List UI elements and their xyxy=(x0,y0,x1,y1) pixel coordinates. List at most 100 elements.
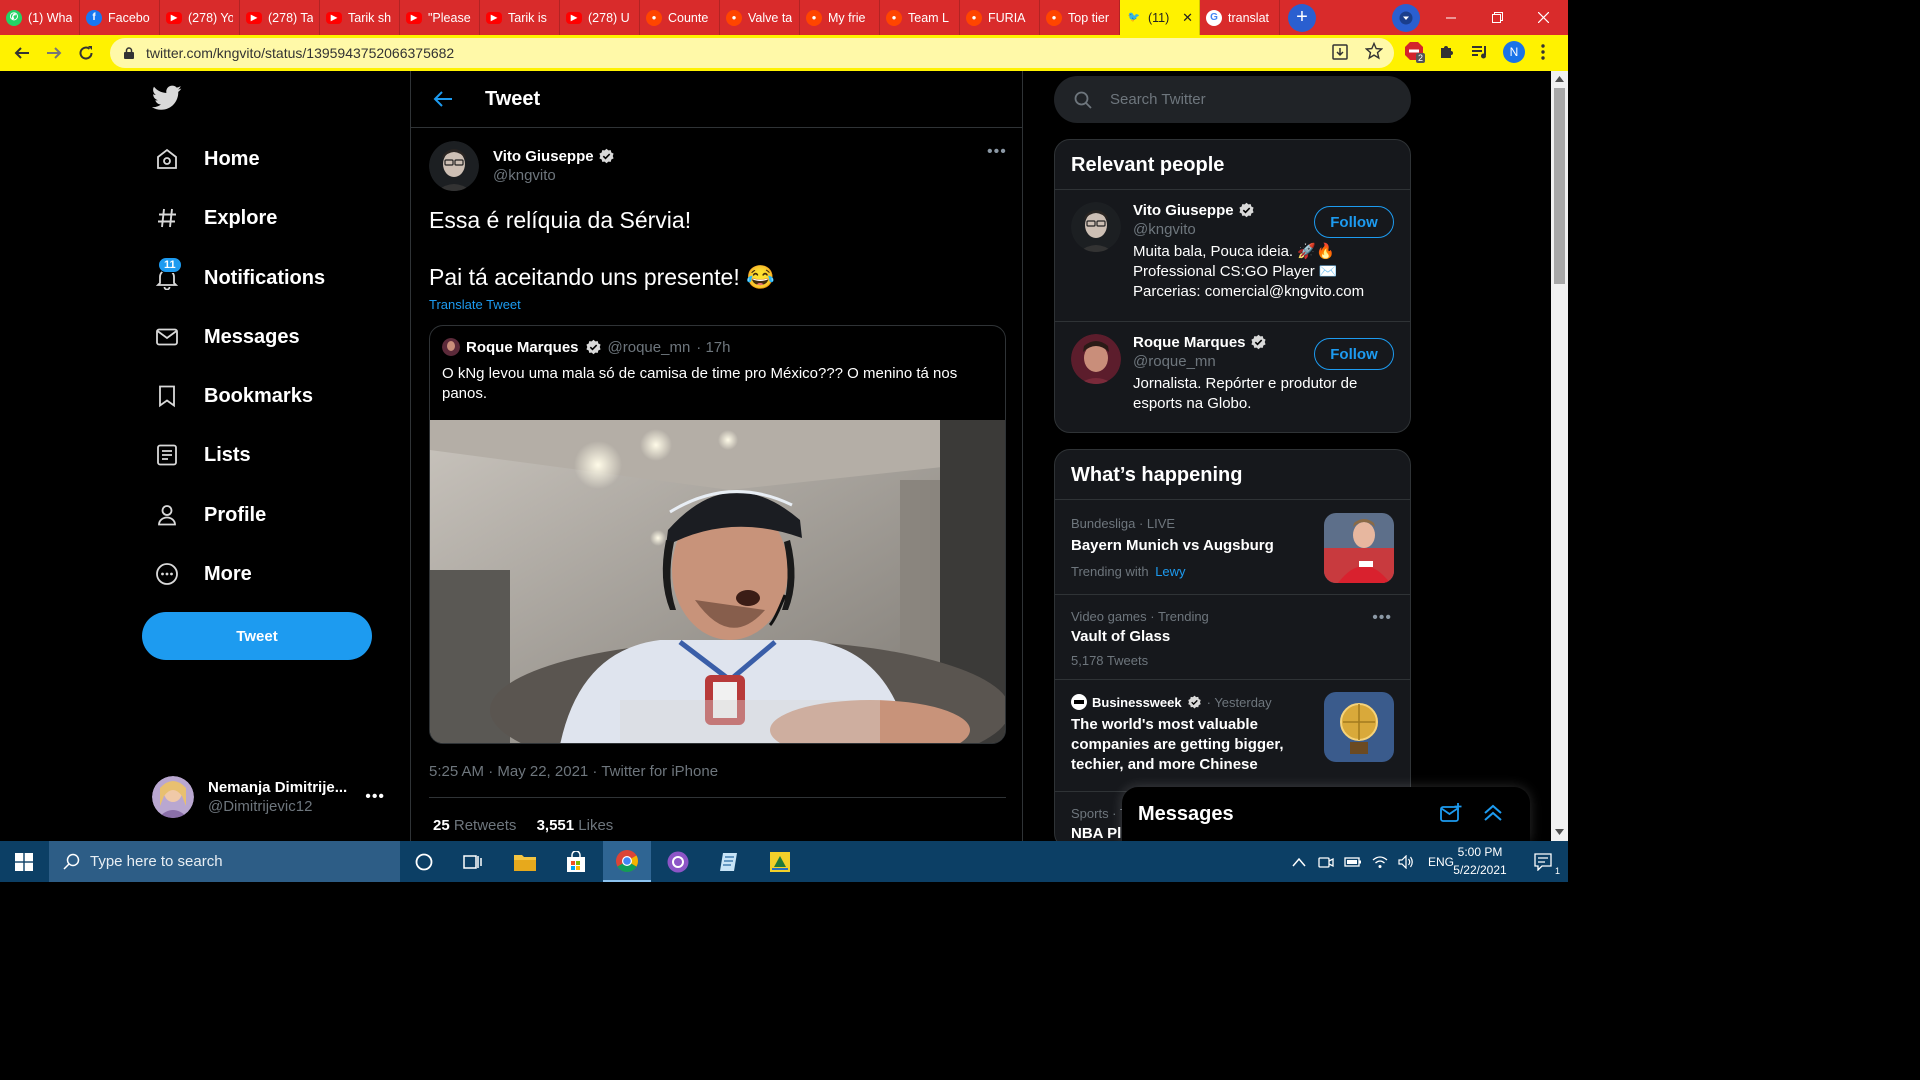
account-switcher[interactable]: Nemanja Dimitrije... @Dimitrijevic12 ••• xyxy=(152,772,392,822)
quoted-tweet[interactable]: Roque Marques @roque_mn · 17h O kNg levo… xyxy=(429,325,1006,744)
person-item[interactable]: Roque Marques @roque_mn Jornalista. Repó… xyxy=(1055,322,1410,432)
media-controls-button[interactable] xyxy=(1471,44,1489,60)
tweet-author[interactable]: Vito Giuseppe @kngvito xyxy=(429,141,615,191)
browser-tab[interactable]: ● Counte xyxy=(640,0,720,35)
meet-now-icon[interactable] xyxy=(1318,855,1334,869)
translate-tweet-link[interactable]: Translate Tweet xyxy=(429,297,521,312)
minimize-button[interactable] xyxy=(1428,0,1474,35)
browser-tab-title: (278) Ta xyxy=(268,10,313,25)
nav-home[interactable]: Home xyxy=(152,137,260,181)
browser-tab[interactable]: ▶ (278) U xyxy=(560,0,640,35)
browser-tab[interactable]: ● My frie xyxy=(800,0,880,35)
browser-tab[interactable]: ▶ Tarik sh xyxy=(320,0,400,35)
forward-button[interactable] xyxy=(38,37,70,69)
follow-button[interactable]: Follow xyxy=(1314,338,1394,370)
browser-tab-title: Valve ta xyxy=(748,10,793,25)
taskbar-notes-app[interactable] xyxy=(705,841,753,882)
back-button[interactable] xyxy=(6,37,38,69)
quoted-tweet-video[interactable] xyxy=(430,420,1005,743)
close-tab-icon[interactable]: ✕ xyxy=(1182,10,1193,26)
browser-tab[interactable]: ▶ (278) Ta xyxy=(240,0,320,35)
header-back-button[interactable] xyxy=(433,90,455,108)
browser-tab[interactable]: f Facebo xyxy=(80,0,160,35)
taskbar-app-yellow[interactable] xyxy=(756,841,804,882)
messages-drawer[interactable]: Messages xyxy=(1122,787,1530,841)
start-button[interactable] xyxy=(0,841,48,882)
install-button[interactable] xyxy=(1331,43,1349,61)
volume-icon[interactable] xyxy=(1398,854,1414,869)
cortana-button[interactable] xyxy=(400,841,448,882)
browser-tab[interactable]: ● Top tier xyxy=(1040,0,1120,35)
globe-trophy-image xyxy=(1324,692,1394,762)
taskbar-search-placeholder: Type here to search xyxy=(90,853,223,870)
new-tab-button[interactable]: + xyxy=(1288,3,1316,32)
nav-messages[interactable]: Messages xyxy=(152,315,300,359)
browser-tab[interactable]: 🐦 (11) ✕ xyxy=(1120,0,1200,35)
extension-adblock-button[interactable]: 2 xyxy=(1404,41,1426,63)
new-message-button[interactable] xyxy=(1440,803,1462,823)
arrow-right-icon xyxy=(47,47,62,59)
address-bar[interactable]: twitter.com/kngvito/status/1395943752066… xyxy=(110,38,1394,68)
browser-tab[interactable]: ● Valve ta xyxy=(720,0,800,35)
taskbar-chrome[interactable] xyxy=(603,841,651,882)
taskbar-github[interactable] xyxy=(654,841,702,882)
taskbar-file-explorer[interactable] xyxy=(501,841,549,882)
browser-tab[interactable]: Gtranslat xyxy=(1200,0,1280,35)
tab-search-button[interactable] xyxy=(1392,4,1420,32)
browser-menu-button[interactable] xyxy=(1540,43,1546,61)
nav-explore[interactable]: Explore xyxy=(152,196,277,240)
taskbar-store[interactable] xyxy=(552,841,600,882)
person-item[interactable]: Vito Giuseppe @kngvito Muita bala, Pouca… xyxy=(1055,190,1410,322)
nav-more[interactable]: More xyxy=(152,552,252,596)
action-center-button[interactable]: 1 xyxy=(1520,841,1568,882)
messages-drawer-title: Messages xyxy=(1138,802,1234,825)
nav-lists[interactable]: Lists xyxy=(152,433,251,477)
person-avatar xyxy=(1071,334,1121,384)
expand-messages-button[interactable] xyxy=(1483,803,1503,823)
tweet-text-line-2: Pai tá aceitando uns presente! 😂 xyxy=(429,264,775,290)
install-app-icon xyxy=(1332,44,1348,60)
nav-bookmarks[interactable]: Bookmarks xyxy=(152,374,313,418)
likes-label: Likes xyxy=(578,817,614,834)
browser-tab-strip: ✆ (1) Wha f Facebo ▶ (278) Yo ▶ (278) Ta ▶ Tarik … xyxy=(0,0,1568,35)
task-view-button[interactable] xyxy=(449,841,497,882)
follow-button[interactable]: Follow xyxy=(1314,206,1394,238)
browser-tab[interactable]: ▶ Tarik is xyxy=(480,0,560,35)
minimize-icon xyxy=(1446,17,1456,18)
nav-notifications[interactable]: 11 Notifications xyxy=(152,256,325,300)
profile-avatar-button[interactable]: N xyxy=(1503,41,1525,63)
compose-tweet-button[interactable]: Tweet xyxy=(142,612,372,660)
youtube-icon: ▶ xyxy=(406,11,422,24)
wifi-icon[interactable] xyxy=(1372,855,1388,869)
restore-button[interactable] xyxy=(1474,0,1520,35)
bookmark-star-button[interactable] xyxy=(1365,42,1383,60)
trend-item[interactable]: Businessweek · Yesterday The world's mos… xyxy=(1055,680,1410,792)
browser-tab[interactable]: ● Team L xyxy=(880,0,960,35)
browser-tab[interactable]: ✆ (1) Wha xyxy=(0,0,80,35)
trend-sub-link[interactable]: Lewy xyxy=(1155,564,1185,579)
browser-tab[interactable]: ● FURIA xyxy=(960,0,1040,35)
relevant-people-title: Relevant people xyxy=(1055,140,1410,190)
reload-button[interactable] xyxy=(70,37,102,69)
trend-more-icon[interactable]: ••• xyxy=(1372,609,1392,627)
extensions-button[interactable] xyxy=(1438,43,1456,61)
likes-stat[interactable]: 3,551 Likes xyxy=(537,817,614,834)
battery-icon[interactable] xyxy=(1344,856,1362,868)
taskbar-search-box[interactable]: Type here to search xyxy=(49,841,400,882)
close-window-button[interactable] xyxy=(1520,0,1566,35)
tweet-timestamp[interactable]: 5:25 AM · May 22, 2021 · Twitter for iPh… xyxy=(429,763,718,780)
taskbar-clock[interactable]: 5:00 PM 5/22/2021 xyxy=(1448,843,1512,879)
browser-tab[interactable]: ▶ "Please xyxy=(400,0,480,35)
trend-item[interactable]: Video games · Trending Vault of Glass 5,… xyxy=(1055,595,1410,680)
scrollbar-thumb[interactable] xyxy=(1554,88,1565,284)
quoted-author-name: Roque Marques xyxy=(466,338,579,356)
nav-profile[interactable]: Profile xyxy=(152,493,266,537)
search-input[interactable]: Search Twitter xyxy=(1054,76,1411,123)
trend-item[interactable]: Bundesliga · LIVE Bayern Munich vs Augsb… xyxy=(1055,500,1410,595)
browser-tab[interactable]: ▶ (278) Yo xyxy=(160,0,240,35)
chevron-up-icon[interactable] xyxy=(1292,857,1306,867)
retweets-stat[interactable]: 25 Retweets xyxy=(433,817,516,834)
page-scrollbar[interactable] xyxy=(1551,71,1568,841)
twitter-logo-button[interactable] xyxy=(152,85,182,111)
tweet-more-icon[interactable]: ••• xyxy=(987,143,1007,161)
